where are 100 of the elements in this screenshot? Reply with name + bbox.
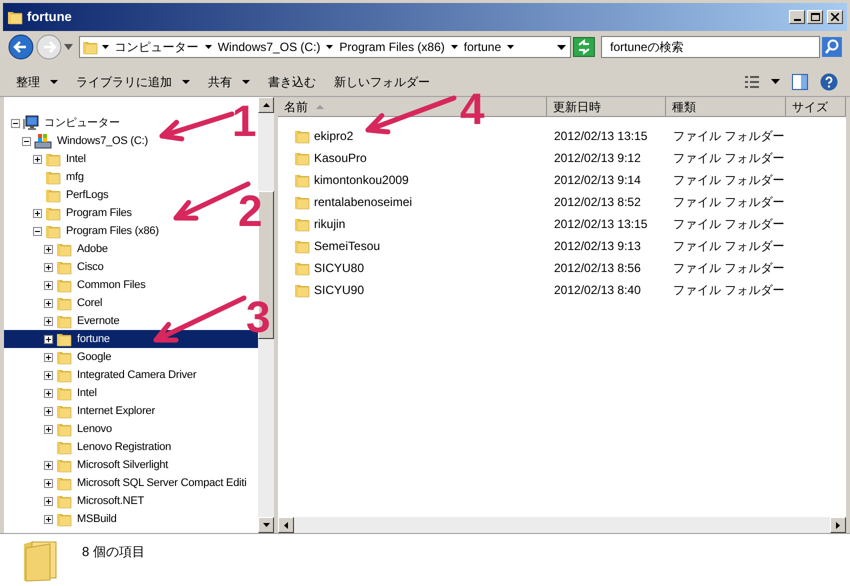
expand-icon[interactable] bbox=[33, 154, 42, 164]
file-type: ファイル フォルダー bbox=[673, 195, 784, 209]
tree-item[interactable]: Common Files bbox=[4, 276, 146, 294]
expand-icon[interactable] bbox=[44, 478, 53, 488]
refresh-button[interactable] bbox=[573, 37, 596, 57]
folder-icon bbox=[45, 151, 61, 167]
tree-item[interactable]: コンピューター bbox=[4, 114, 120, 132]
tree-item[interactable]: Program Files bbox=[4, 204, 132, 222]
file-name[interactable]: rentalabenoseimei bbox=[314, 193, 412, 211]
history-dropdown-icon[interactable] bbox=[64, 44, 73, 50]
breadcrumb-arrow-icon[interactable] bbox=[326, 45, 334, 49]
toolbar-button[interactable]: ライブラリに追加 bbox=[68, 70, 198, 94]
tree-item[interactable]: PerfLogs bbox=[4, 186, 108, 204]
tree-item[interactable]: MSBuild bbox=[4, 510, 117, 528]
annotation-number: 2 bbox=[238, 190, 262, 234]
file-name[interactable]: SICYU90 bbox=[314, 281, 364, 299]
tree-item[interactable]: mfg bbox=[4, 168, 84, 186]
file-name[interactable]: rikujin bbox=[314, 215, 346, 233]
tree-item[interactable]: Google bbox=[4, 348, 112, 366]
close-button[interactable] bbox=[827, 10, 843, 24]
column-header[interactable]: 更新日時 bbox=[547, 97, 666, 117]
minimize-button[interactable] bbox=[789, 10, 805, 24]
collapse-icon[interactable] bbox=[11, 118, 20, 128]
file-name[interactable]: SICYU80 bbox=[314, 259, 364, 277]
tree-item[interactable]: Program Files (x86) bbox=[4, 222, 159, 240]
expand-icon[interactable] bbox=[44, 352, 53, 362]
breadcrumb[interactable]: コンピューター bbox=[114, 38, 199, 56]
expand-icon[interactable] bbox=[44, 388, 53, 398]
address-bar[interactable]: コンピューター Windows7_OS (C:) Program Files (x86) fortune bbox=[78, 36, 572, 58]
search-field[interactable]: fortuneの検索 bbox=[601, 36, 820, 58]
expand-icon[interactable] bbox=[44, 370, 53, 380]
folder-icon bbox=[56, 511, 72, 527]
expand-icon[interactable] bbox=[44, 316, 53, 326]
expand-icon[interactable] bbox=[44, 244, 53, 254]
tree-item[interactable]: Microsoft Silverlight bbox=[4, 456, 168, 474]
breadcrumb[interactable]: Windows7_OS (C:) bbox=[218, 38, 320, 56]
toolbar-button[interactable]: 書き込む bbox=[260, 70, 324, 94]
expand-icon[interactable] bbox=[44, 298, 53, 308]
tree-item[interactable]: Windows7_OS (C:) bbox=[4, 132, 148, 150]
tree-item[interactable]: Microsoft SQL Server Compact Editi bbox=[4, 474, 246, 492]
breadcrumb-arrow-icon[interactable] bbox=[204, 45, 212, 49]
scroll-down-icon[interactable] bbox=[262, 523, 270, 527]
expand-icon[interactable] bbox=[44, 262, 53, 272]
modified-date: 2012/02/13 9:12 bbox=[554, 151, 641, 165]
expand-icon[interactable] bbox=[44, 280, 53, 290]
file-name[interactable]: SemeiTesou bbox=[314, 237, 380, 255]
search-button[interactable] bbox=[822, 37, 842, 57]
collapse-icon[interactable] bbox=[33, 226, 42, 236]
breadcrumb-arrow-icon[interactable] bbox=[102, 45, 109, 49]
scroll-up-icon[interactable] bbox=[262, 103, 270, 107]
tree-item[interactable]: Lenovo Registration bbox=[4, 438, 172, 456]
tree-item[interactable]: Internet Explorer bbox=[4, 402, 155, 420]
tree-item[interactable]: Integrated Camera Driver bbox=[4, 366, 196, 384]
toolbar-button[interactable]: 新しいフォルダー bbox=[326, 70, 438, 94]
tree-item[interactable]: Lenovo bbox=[4, 420, 112, 438]
preview-pane-icon[interactable] bbox=[792, 74, 808, 90]
file-type: ファイル フォルダー bbox=[673, 239, 784, 253]
tree-item[interactable]: Microsoft.NET bbox=[4, 492, 144, 510]
breadcrumb[interactable]: Program Files (x86) bbox=[339, 38, 445, 56]
expand-icon[interactable] bbox=[44, 424, 53, 434]
tree-item[interactable]: Evernote bbox=[4, 312, 120, 330]
expand-icon[interactable] bbox=[44, 514, 53, 524]
back-button[interactable] bbox=[8, 34, 34, 60]
file-type: ファイル フォルダー bbox=[673, 261, 784, 275]
status-text: 8 個の項目 bbox=[82, 543, 145, 561]
horizontal-scrollbar[interactable] bbox=[278, 517, 846, 533]
folder-icon bbox=[56, 475, 72, 491]
maximize-button[interactable] bbox=[807, 10, 823, 24]
expand-icon[interactable] bbox=[44, 334, 53, 344]
breadcrumb[interactable]: fortune bbox=[464, 38, 502, 56]
toolbar-button[interactable]: 整理 bbox=[8, 70, 66, 94]
help-icon[interactable] bbox=[820, 72, 838, 90]
folder-icon bbox=[294, 194, 310, 210]
expand-icon[interactable] bbox=[44, 406, 53, 416]
file-name[interactable]: KasouPro bbox=[314, 149, 367, 167]
file-name[interactable]: kimontonkou2009 bbox=[314, 171, 409, 189]
expand-icon[interactable] bbox=[44, 460, 53, 470]
expand-icon[interactable] bbox=[33, 208, 42, 218]
tree-item[interactable]: Adobe bbox=[4, 240, 108, 258]
scroll-right-icon[interactable] bbox=[836, 522, 840, 528]
scroll-left-icon[interactable] bbox=[284, 522, 288, 528]
folder-icon bbox=[7, 9, 23, 25]
tree-item[interactable]: Intel bbox=[4, 384, 97, 402]
column-header[interactable]: 種類 bbox=[666, 97, 786, 117]
dropdown-arrow-icon[interactable] bbox=[771, 79, 780, 84]
breadcrumb-arrow-icon[interactable] bbox=[507, 45, 514, 49]
tree-item[interactable]: Corel bbox=[4, 294, 102, 312]
toolbar-button[interactable]: 共有 bbox=[200, 70, 258, 94]
folder-icon bbox=[294, 150, 310, 166]
dropdown-arrow-icon[interactable] bbox=[557, 44, 566, 50]
tree-item[interactable]: Cisco bbox=[4, 258, 104, 276]
expand-icon[interactable] bbox=[44, 496, 53, 506]
column-header[interactable]: サイズ bbox=[786, 97, 846, 117]
collapse-icon[interactable] bbox=[22, 136, 31, 146]
folder-icon bbox=[56, 295, 72, 311]
breadcrumb-arrow-icon[interactable] bbox=[450, 45, 458, 49]
file-name[interactable]: ekipro2 bbox=[314, 127, 354, 145]
view-icon[interactable] bbox=[745, 76, 759, 88]
folder-icon bbox=[294, 216, 310, 232]
tree-item[interactable]: Intel bbox=[4, 150, 86, 168]
